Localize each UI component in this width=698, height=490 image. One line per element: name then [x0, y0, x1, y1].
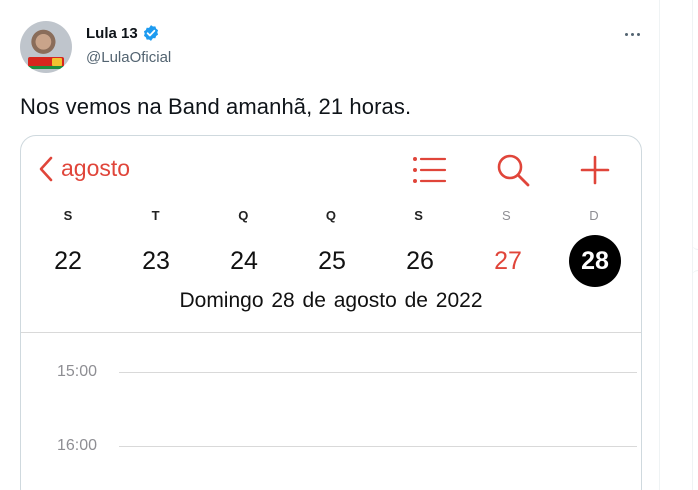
weekday-row: S T Q Q S S D — [41, 208, 621, 223]
calendar-date: 27 — [494, 247, 522, 275]
back-chevron-icon — [39, 156, 53, 181]
calendar-date-today: 28 — [569, 235, 621, 287]
author-name-row[interactable]: Lula 13 — [86, 24, 160, 42]
weekday-label: Q — [238, 208, 249, 223]
weekday-label: D — [589, 208, 599, 223]
calendar-back: agosto — [39, 155, 130, 182]
avatar[interactable] — [20, 21, 72, 73]
column-divider — [659, 0, 660, 490]
calendar-date: 26 — [406, 247, 434, 275]
calendar-date: 25 — [318, 247, 346, 275]
weekday-label: S — [63, 208, 73, 223]
time-gridline — [119, 445, 637, 447]
tweet-text: Nos vemos na Band amanhã, 21 horas. — [20, 94, 412, 119]
add-icon — [580, 155, 610, 185]
time-label: 16:00 — [57, 437, 98, 454]
selected-full-date: Domingo 28 de agosto de 2022 — [179, 289, 483, 312]
calendar-divider — [21, 332, 641, 333]
time-slot: 15:00 — [57, 363, 637, 381]
weekday-label: S — [501, 208, 511, 223]
display-name[interactable]: Lula 13 — [86, 25, 138, 42]
right-panel-edge — [692, 0, 698, 490]
time-gridline — [119, 371, 637, 373]
date-row: 22 23 24 25 26 27 28 — [41, 234, 621, 288]
calendar-date: 22 — [54, 247, 82, 275]
tweet-page: Lula 13 @LulaOficial Nos vemos na Band a… — [0, 0, 698, 490]
calendar-date: 24 — [230, 247, 258, 275]
time-label: 15:00 — [57, 363, 98, 380]
calendar-month-label: agosto — [61, 155, 131, 181]
list-icon — [413, 157, 447, 183]
weekday-label: T — [151, 208, 160, 223]
more-options-icon[interactable] — [620, 22, 644, 46]
author-handle[interactable]: @LulaOficial — [86, 49, 171, 66]
calendar-date: 23 — [142, 247, 170, 275]
time-slot: 16:00 — [57, 437, 637, 455]
weekday-label: S — [414, 208, 423, 223]
verified-badge-icon — [142, 24, 160, 42]
search-icon — [497, 154, 530, 187]
media-image[interactable]: agosto S T Q Q S S D 22 23 24 25 26 27 2… — [20, 135, 642, 490]
weekday-label: Q — [325, 208, 337, 223]
